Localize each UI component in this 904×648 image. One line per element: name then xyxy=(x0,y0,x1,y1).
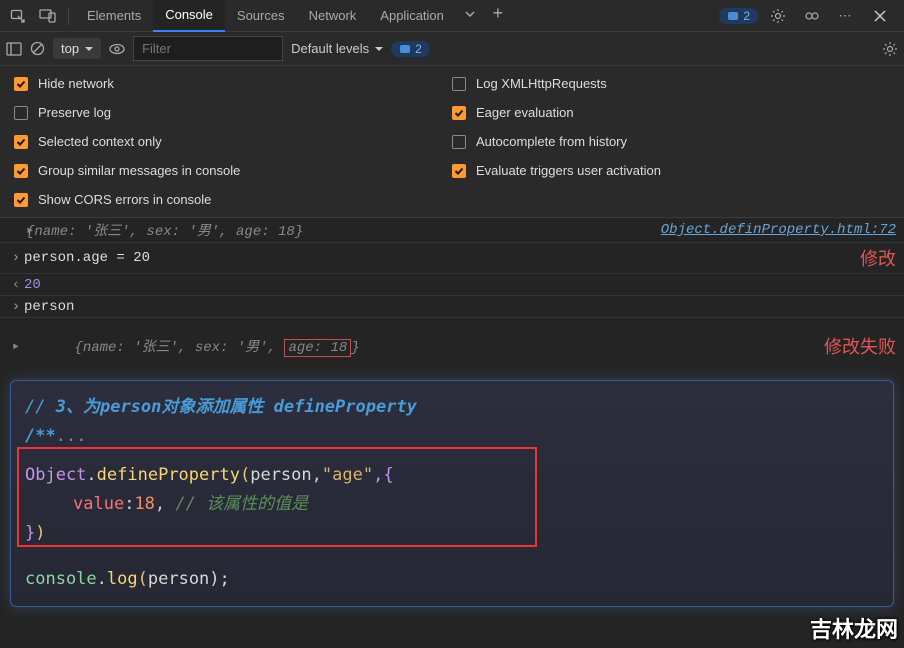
setting-checkbox[interactable]: Log XMLHttpRequests xyxy=(452,76,890,91)
console-input: person xyxy=(24,299,896,315)
checkbox-label: Preserve log xyxy=(38,105,111,120)
more-tabs-icon[interactable] xyxy=(456,0,484,28)
expand-icon[interactable]: ▸ xyxy=(8,222,26,239)
filter-input[interactable] xyxy=(133,36,283,61)
live-expression-icon[interactable] xyxy=(109,43,125,55)
setting-checkbox[interactable]: Evaluate triggers user activation xyxy=(452,163,890,178)
checkbox-icon xyxy=(14,193,28,207)
result-icon: ‹ xyxy=(8,277,24,293)
levels-label: Default levels xyxy=(291,41,369,56)
tab-sources[interactable]: Sources xyxy=(225,0,297,32)
settings-gear-icon[interactable] xyxy=(764,2,792,30)
devtools-topbar: Elements Console Sources Network Applica… xyxy=(0,0,904,32)
result-row: ▸ {name: '张三', sex: '男', age: 18} 修改失败 xyxy=(0,318,904,374)
setting-checkbox[interactable]: Preserve log xyxy=(14,105,452,120)
highlighted-prop: age: 18 xyxy=(284,339,351,357)
issues-count: 2 xyxy=(415,42,422,56)
log-row: ▸ {name: '张三', sex: '男', age: 18} Object… xyxy=(0,218,904,243)
context-value: top xyxy=(61,41,79,56)
device-toggle-icon[interactable] xyxy=(34,2,62,30)
checkbox-label: Show CORS errors in console xyxy=(38,192,211,207)
setting-checkbox[interactable]: Group similar messages in console xyxy=(14,163,452,178)
result-row: ‹ 20 xyxy=(0,274,904,296)
setting-checkbox[interactable]: Autocomplete from history xyxy=(452,134,890,149)
clear-console-icon[interactable] xyxy=(30,41,45,56)
checkbox-label: Selected context only xyxy=(38,134,162,149)
console-output: ▸ {name: '张三', sex: '男', age: 18} Object… xyxy=(0,218,904,607)
expand-icon[interactable]: ▸ xyxy=(8,338,24,355)
checkbox-label: Group similar messages in console xyxy=(38,163,240,178)
checkbox-icon xyxy=(452,164,466,178)
annotation: 修改 xyxy=(848,245,896,271)
checkbox-icon xyxy=(452,135,466,149)
watermark: 吉林龙网 xyxy=(810,612,898,644)
checkbox-label: Log XMLHttpRequests xyxy=(476,76,607,91)
tab-application[interactable]: Application xyxy=(368,0,456,32)
more-menu-icon[interactable]: ⋯ xyxy=(832,2,860,30)
console-settings-gear-icon[interactable] xyxy=(882,41,898,57)
source-link[interactable]: Object.definProperty.html:72 xyxy=(661,222,896,238)
console-input: person.age = 20 xyxy=(24,250,848,266)
badge-count: 2 xyxy=(743,9,750,23)
checkbox-icon xyxy=(14,77,28,91)
checkbox-label: Evaluate triggers user activation xyxy=(476,163,661,178)
annotation: 修改失败 xyxy=(812,333,896,359)
tab-elements[interactable]: Elements xyxy=(75,0,153,32)
add-tab-icon[interactable]: + xyxy=(484,0,512,28)
checkbox-icon xyxy=(14,164,28,178)
divider xyxy=(68,7,69,25)
tab-console[interactable]: Console xyxy=(153,0,225,32)
setting-checkbox[interactable]: Eager evaluation xyxy=(452,105,890,120)
checkbox-label: Autocomplete from history xyxy=(476,134,627,149)
setting-checkbox[interactable]: Hide network xyxy=(14,76,452,91)
settings-col-right: Log XMLHttpRequests Eager evaluation Autoc… xyxy=(452,76,890,207)
sidebar-toggle-icon[interactable] xyxy=(6,42,22,56)
tab-strip: Elements Console Sources Network Applica… xyxy=(75,0,512,32)
input-row[interactable]: › person.age = 20 修改 xyxy=(0,243,904,274)
checkbox-icon xyxy=(14,135,28,149)
console-toolbar: top Default levels 2 xyxy=(0,32,904,66)
prompt-icon: › xyxy=(8,299,24,315)
input-row[interactable]: › person xyxy=(0,296,904,318)
result-object[interactable]: {name: '张三', sex: '男', age: 18} xyxy=(24,320,812,372)
code-snippet: // 3、为person对象添加属性 defineProperty /**...… xyxy=(10,380,894,607)
checkbox-label: Eager evaluation xyxy=(476,105,574,120)
inspect-icon[interactable] xyxy=(4,2,32,30)
topbar-right: 2 ⋯ xyxy=(719,2,900,30)
log-object[interactable]: {name: '张三', sex: '男', age: 18} xyxy=(26,220,661,240)
result-value: 20 xyxy=(24,277,896,293)
log-levels-selector[interactable]: Default levels xyxy=(291,41,383,56)
checkbox-icon xyxy=(452,106,466,120)
settings-col-left: Hide network Preserve log Selected context… xyxy=(14,76,452,207)
close-icon[interactable] xyxy=(866,2,894,30)
console-settings-panel: Hide network Preserve log Selected context… xyxy=(0,66,904,218)
experiments-icon[interactable] xyxy=(798,2,826,30)
checkbox-icon xyxy=(452,77,466,91)
setting-checkbox[interactable]: Show CORS errors in console xyxy=(14,192,452,207)
issues-badge-top[interactable]: 2 xyxy=(719,8,758,24)
setting-checkbox[interactable]: Selected context only xyxy=(14,134,452,149)
context-selector[interactable]: top xyxy=(53,38,101,59)
prompt-icon: › xyxy=(8,250,24,266)
issues-badge-toolbar[interactable]: 2 xyxy=(391,41,430,57)
checkbox-label: Hide network xyxy=(38,76,114,91)
tab-network[interactable]: Network xyxy=(297,0,369,32)
checkbox-icon xyxy=(14,106,28,120)
